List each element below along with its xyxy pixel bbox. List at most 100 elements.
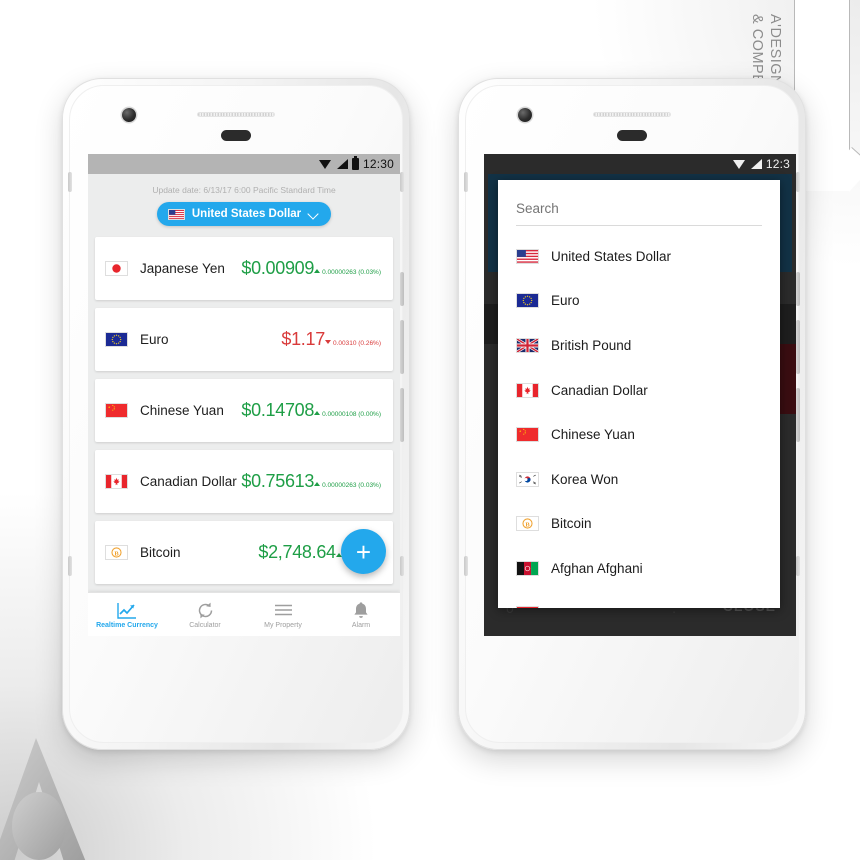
currency-option-label: Chinese Yuan (551, 427, 635, 443)
rate-price: $0.14708 (241, 399, 315, 420)
currency-option[interactable]: British Pound (498, 323, 780, 368)
rate-card[interactable]: Chinese Yuan $0.14708 0.00000108 (0.00%) (95, 379, 393, 442)
sensor-pill (221, 130, 251, 141)
phone-right: 12:3 0. CLOSE United States DollarEuroBr… (458, 78, 806, 750)
flag-ca-icon (105, 474, 128, 489)
earpiece-grille (197, 112, 275, 117)
flag-us-icon (516, 248, 539, 264)
earpiece-grille (593, 112, 671, 117)
antenna-line (796, 556, 800, 576)
nav-item-label: Realtime Currency (96, 621, 158, 629)
phone-right-body: 12:3 0. CLOSE United States DollarEuroBr… (464, 85, 800, 743)
rate-delta-text: 0.00310 (0.26%) (332, 339, 381, 347)
signal-icon (750, 158, 762, 170)
flag-ca-icon (516, 382, 539, 398)
rate-currency-name: Bitcoin (140, 545, 181, 560)
currency-option[interactable]: B Bitcoin (498, 502, 780, 547)
rate-price: $0.00909 (241, 257, 315, 278)
rates-list[interactable]: Japanese Yen $0.00909 0.00000263 (0.03%) Eu… (88, 237, 400, 636)
antenna-line (464, 556, 468, 576)
front-camera-icon (518, 108, 532, 122)
flag-cn-icon (516, 427, 539, 443)
phone-left-body: 12:30 Update date: 6/13/17 6:00 Pacific … (68, 85, 404, 743)
bottom-navigation[interactable]: Realtime Currency Calculator My Property Al… (88, 592, 400, 636)
flag-btc-icon: B (516, 516, 539, 532)
currency-option[interactable]: Korea Won (498, 457, 780, 502)
arrow-up-icon (314, 410, 321, 415)
base-currency-selector[interactable]: United States Dollar (156, 202, 332, 226)
nav-item-calculator[interactable]: Calculator (166, 601, 244, 629)
rate-currency-name: Japanese Yen (140, 261, 225, 276)
status-bar: 12:3 (484, 154, 796, 174)
currency-option-label: United States Dollar (551, 248, 672, 264)
phone-left: 12:30 Update date: 6/13/17 6:00 Pacific … (62, 78, 410, 750)
nav-item-alarm[interactable]: Alarm (322, 601, 400, 629)
currency-option[interactable]: United States Dollar (498, 234, 780, 279)
volume-down-button[interactable] (796, 388, 800, 442)
nav-item-label: Alarm (351, 621, 371, 629)
rate-values: $1.17 0.00310 (0.26%) (281, 328, 381, 350)
nav-item-my-property[interactable]: My Property (244, 601, 322, 629)
rate-delta: 0.00000263 (0.03%) (314, 268, 381, 276)
currency-option[interactable]: Canadian Dollar (498, 368, 780, 413)
battery-icon (351, 156, 359, 170)
refresh-icon (166, 601, 244, 620)
antenna-line (400, 172, 404, 192)
volume-up-button[interactable] (400, 320, 404, 374)
screen-left: 12:30 Update date: 6/13/17 6:00 Pacific … (88, 154, 400, 636)
brand-a-watermark (0, 730, 104, 860)
status-bar: 12:30 (88, 154, 400, 174)
arrow-up-icon (314, 481, 321, 486)
currency-option[interactable]: Afghan Afghani (498, 546, 780, 591)
rate-delta-text: 0.00000263 (0.03%) (322, 481, 381, 489)
nav-item-label: Calculator (189, 621, 221, 629)
rate-delta-text: 0.00000263 (0.03%) (322, 268, 381, 276)
add-currency-fab[interactable]: + (341, 529, 386, 574)
nav-item-realtime-currency[interactable]: Realtime Currency (88, 601, 166, 629)
rate-price: $1.17 (281, 328, 325, 349)
antenna-line (68, 556, 72, 576)
currency-option[interactable]: Albanian Lek (498, 591, 780, 608)
rate-currency-name: Euro (140, 332, 169, 347)
rate-delta-text: 0.00000108 (0.00%) (322, 410, 381, 418)
search-input[interactable] (516, 201, 762, 226)
currency-option-label: British Pound (551, 337, 632, 353)
flag-af-icon (516, 560, 539, 576)
antenna-line (400, 556, 404, 576)
rate-card[interactable]: Euro $1.17 0.00310 (0.26%) (95, 308, 393, 371)
currency-option[interactable]: Chinese Yuan (498, 412, 780, 457)
front-camera-icon (122, 108, 136, 122)
flag-gb-icon (516, 337, 539, 353)
rate-card[interactable]: Canadian Dollar $0.75613 0.00000263 (0.03%… (95, 450, 393, 513)
rate-delta: 0.00000108 (0.00%) (314, 410, 381, 418)
base-currency-label: United States Dollar (191, 208, 302, 220)
arrow-up-icon (314, 268, 321, 273)
sensor-pill (617, 130, 647, 141)
currency-option-label: Bitcoin (551, 516, 592, 532)
antenna-line (464, 172, 468, 192)
currency-picker-dialog: United States Dollar Euro British Pound Can… (498, 180, 780, 608)
power-button[interactable] (400, 272, 404, 306)
currency-option-list[interactable]: United States Dollar Euro British Pound Can… (498, 226, 780, 608)
currency-option-label: Euro (551, 293, 580, 309)
volume-down-button[interactable] (400, 388, 404, 442)
antenna-line (796, 172, 800, 192)
svg-text:B: B (114, 550, 119, 557)
update-date-text: Update date: 6/13/17 6:00 Pacific Standa… (152, 185, 336, 195)
arrow-down-icon (324, 339, 331, 344)
currency-option-label: Canadian Dollar (551, 382, 648, 398)
flag-us-icon (167, 208, 185, 220)
flag-btc-icon: B (105, 545, 128, 560)
power-button[interactable] (796, 272, 800, 306)
currency-option[interactable]: Euro (498, 279, 780, 324)
currency-option-label: Afghan Afghani (551, 560, 643, 576)
rate-card[interactable]: Japanese Yen $0.00909 0.00000263 (0.03%) (95, 237, 393, 300)
flag-eu-icon (516, 293, 539, 309)
rate-values: $0.00909 0.00000263 (0.03%) (241, 257, 381, 279)
rate-delta: 0.00000263 (0.03%) (314, 481, 381, 489)
flag-jp-icon (105, 261, 128, 276)
fab-plus-icon: + (355, 536, 372, 567)
volume-up-button[interactable] (796, 320, 800, 374)
chevron-down-icon (309, 210, 318, 219)
flag-eu-icon (105, 332, 128, 347)
